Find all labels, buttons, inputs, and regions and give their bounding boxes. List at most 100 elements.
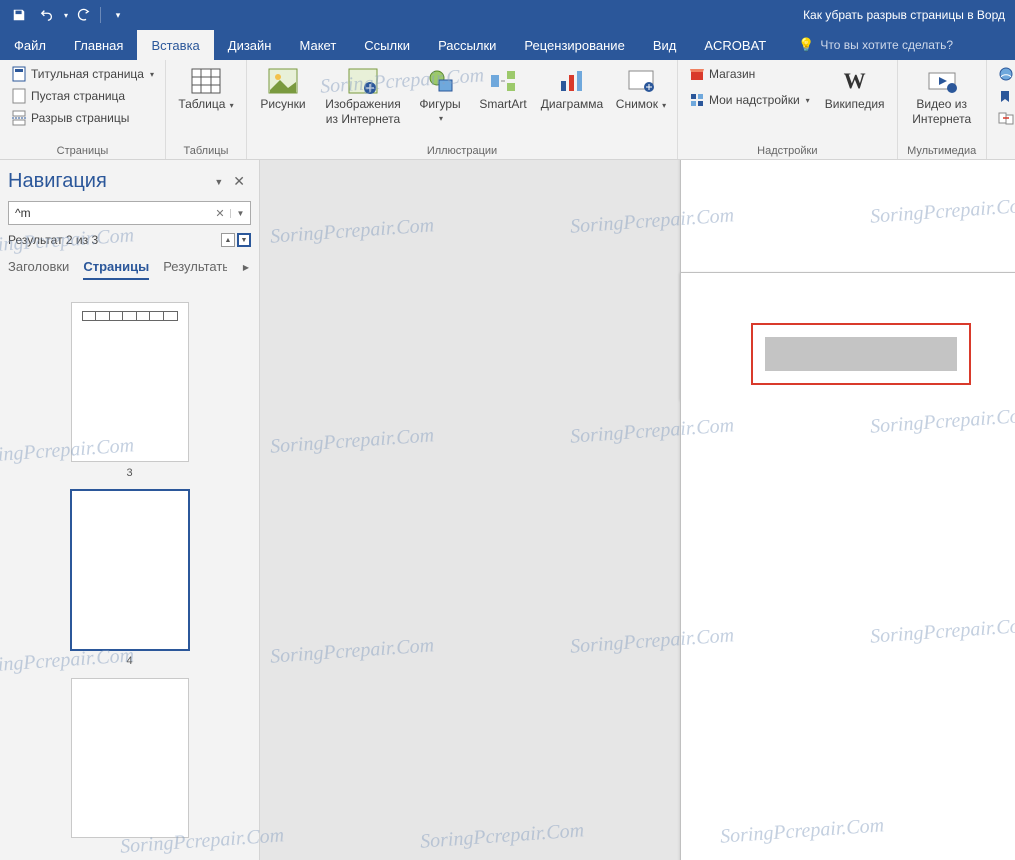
group-links-title: Ссылки <box>995 144 1015 157</box>
screenshot-icon <box>624 66 658 96</box>
thumbnail-page-4[interactable]: 4 <box>71 490 189 650</box>
group-addins: Магазин Мои надстройки ▾ W Википедия Над… <box>678 60 898 159</box>
redo-button[interactable] <box>70 3 96 27</box>
group-pages: Титульная страница ▾ Пустая страница Раз… <box>0 60 166 159</box>
chevron-down-icon: ▾ <box>439 114 443 123</box>
hyperlink-button[interactable]: Гиперссылка <box>995 64 1015 84</box>
smartart-button[interactable]: SmartArt <box>475 64 531 111</box>
shapes-label: Фигуры <box>419 97 460 111</box>
prev-result-button[interactable]: ▲ <box>221 233 235 247</box>
blank-page-button[interactable]: Пустая страница <box>8 86 157 106</box>
group-addins-title: Надстройки <box>686 144 889 157</box>
online-video-button[interactable]: Видео из Интернета <box>906 64 978 126</box>
nav-thumbnails[interactable]: 3 4 <box>8 288 251 850</box>
tell-me-search[interactable]: 💡 Что вы хотите сделать? <box>798 30 953 60</box>
thumbnail-page-3[interactable]: 3 <box>71 302 189 462</box>
tab-file[interactable]: Файл <box>0 30 60 60</box>
search-dropdown[interactable]: ▼ <box>230 209 250 218</box>
group-media: Видео из Интернета Мультимедиа <box>898 60 987 159</box>
thumbnail-page-5[interactable] <box>71 678 189 838</box>
shapes-button[interactable]: Фигуры ▾ <box>415 64 467 124</box>
lightbulb-icon: 💡 <box>798 37 814 53</box>
table-label: Таблица <box>178 97 225 111</box>
tab-acrobat[interactable]: ACROBAT <box>690 30 780 60</box>
cover-page-icon <box>11 66 27 82</box>
crossref-button[interactable]: Перекрестная ссылка <box>995 108 1015 128</box>
nav-dropdown[interactable]: ▼ <box>210 173 227 191</box>
group-tables-title: Таблицы <box>174 144 238 157</box>
wikipedia-icon: W <box>838 66 872 96</box>
pictures-icon <box>266 66 300 96</box>
nav-tab-results[interactable]: Результаты <box>163 255 227 280</box>
save-button[interactable] <box>6 3 32 27</box>
page-break-label: Разрыв страницы <box>31 111 129 125</box>
cover-page-button[interactable]: Титульная страница ▾ <box>8 64 157 84</box>
table-icon <box>189 66 223 96</box>
undo-button[interactable] <box>34 3 60 27</box>
tab-mailings[interactable]: Рассылки <box>424 30 510 60</box>
chevron-down-icon: ▾ <box>150 70 154 79</box>
group-pages-title: Страницы <box>8 144 157 157</box>
cover-page-label: Титульная страница <box>31 67 144 81</box>
tab-layout[interactable]: Макет <box>285 30 350 60</box>
bookmark-icon <box>998 88 1014 104</box>
table-button[interactable]: Таблица ▾ <box>174 64 238 111</box>
document-area[interactable] <box>260 160 1015 860</box>
tab-insert[interactable]: Вставка <box>137 30 213 60</box>
group-links: Гиперссылка Закладка Перекрестная ссылка… <box>987 60 1015 159</box>
nav-tab-pages[interactable]: Страницы <box>83 255 149 280</box>
video-icon <box>925 66 959 96</box>
pictures-button[interactable]: Рисунки <box>255 64 311 111</box>
online-pictures-label-1: Изображения <box>325 98 400 111</box>
store-label: Магазин <box>709 67 755 81</box>
nav-header: Навигация ▼ ✕ <box>8 170 251 193</box>
chart-button[interactable]: Диаграмма <box>539 64 605 111</box>
bookmark-button[interactable]: Закладка <box>995 86 1015 106</box>
thumb-page-number: 4 <box>72 655 188 667</box>
page-break-button[interactable]: Разрыв страницы <box>8 108 157 128</box>
blank-page-label: Пустая страница <box>31 89 125 103</box>
undo-dropdown[interactable]: ▾ <box>64 11 68 20</box>
chevron-down-icon: ▾ <box>806 96 810 105</box>
page-break-selection[interactable] <box>765 337 957 371</box>
nav-result-text: Результат 2 из 3 <box>8 233 98 247</box>
chevron-down-icon: ▾ <box>227 101 233 110</box>
tab-review[interactable]: Рецензирование <box>510 30 638 60</box>
workspace: Навигация ▼ ✕ ✕ ▼ Результат 2 из 3 ▲ ▼ З… <box>0 160 1015 860</box>
page-break-highlight <box>751 323 971 385</box>
nav-search: ✕ ▼ <box>8 201 251 225</box>
tab-references[interactable]: Ссылки <box>350 30 424 60</box>
tab-view[interactable]: Вид <box>639 30 691 60</box>
clear-search-button[interactable]: ✕ <box>210 207 230 220</box>
group-tables: Таблица ▾ Таблицы <box>166 60 247 159</box>
hyperlink-icon <box>998 66 1014 82</box>
page-break-icon <box>11 110 27 126</box>
nav-tab-headings[interactable]: Заголовки <box>8 255 69 280</box>
store-button[interactable]: Магазин <box>686 64 813 84</box>
group-illustrations-title: Иллюстрации <box>255 144 669 157</box>
smartart-icon <box>486 66 520 96</box>
tab-home[interactable]: Главная <box>60 30 137 60</box>
next-result-button[interactable]: ▼ <box>237 233 251 247</box>
chart-icon <box>555 66 589 96</box>
online-pictures-button[interactable]: Изображения из Интернета <box>319 64 407 126</box>
redo-icon <box>76 8 90 22</box>
online-pictures-icon <box>346 66 380 96</box>
ribbon-tabs: Файл Главная Вставка Дизайн Макет Ссылки… <box>0 30 1015 60</box>
nav-tab-more[interactable]: ▶ <box>241 259 251 276</box>
nav-tabs: Заголовки Страницы Результаты ▶ <box>8 255 251 280</box>
nav-search-input[interactable] <box>9 206 210 220</box>
smartart-label: SmartArt <box>479 98 526 111</box>
tab-design[interactable]: Дизайн <box>214 30 286 60</box>
nav-close-button[interactable]: ✕ <box>227 173 251 190</box>
addins-icon <box>689 92 705 108</box>
qat-customize[interactable]: ▾ <box>105 3 131 27</box>
store-icon <box>689 66 705 82</box>
document-title: Как убрать разрыв страницы в Ворд <box>803 8 1009 22</box>
page-current[interactable] <box>680 272 1015 860</box>
wikipedia-button[interactable]: W Википедия <box>821 64 889 111</box>
online-video-label-1: Видео из <box>916 98 967 111</box>
screenshot-button[interactable]: Снимок ▾ <box>613 64 669 111</box>
my-addins-button[interactable]: Мои надстройки ▾ <box>686 90 813 110</box>
chevron-down-icon: ▾ <box>660 101 666 110</box>
